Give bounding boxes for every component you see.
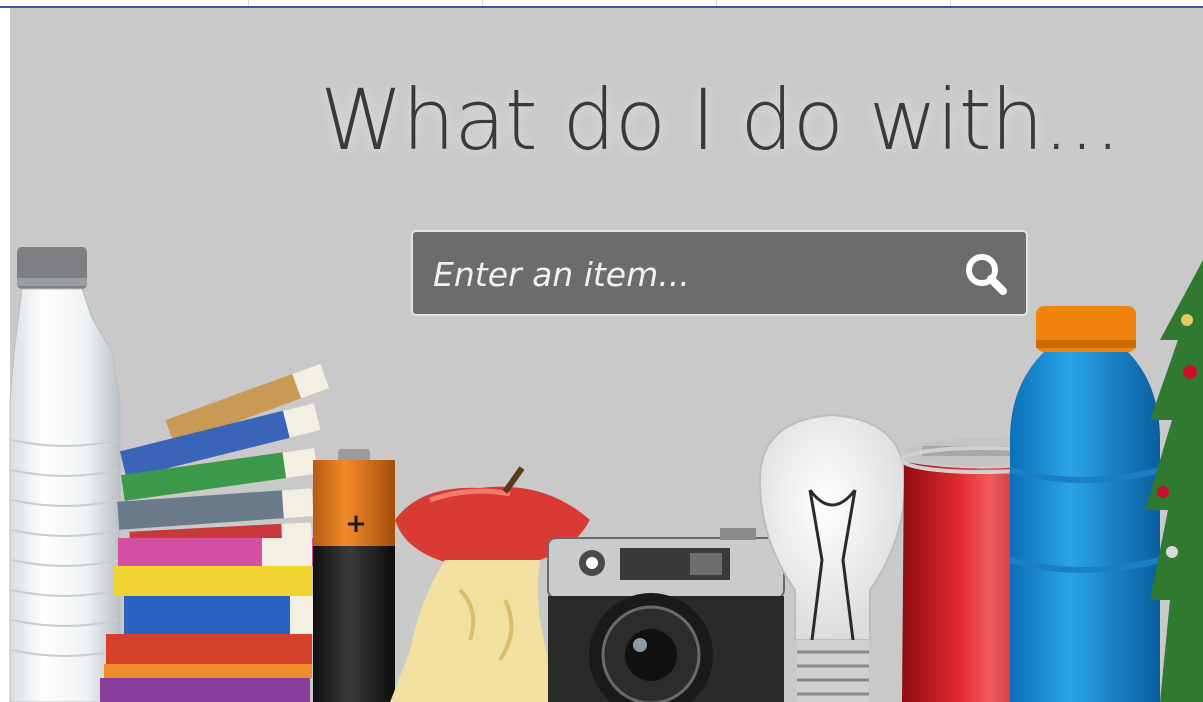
sports-drink-bottle bbox=[1009, 306, 1161, 702]
battery-plus-mark: + bbox=[345, 509, 367, 539]
camera bbox=[547, 528, 785, 702]
battery: + bbox=[313, 449, 395, 702]
book-stack bbox=[100, 363, 330, 702]
water-bottle bbox=[9, 247, 121, 702]
